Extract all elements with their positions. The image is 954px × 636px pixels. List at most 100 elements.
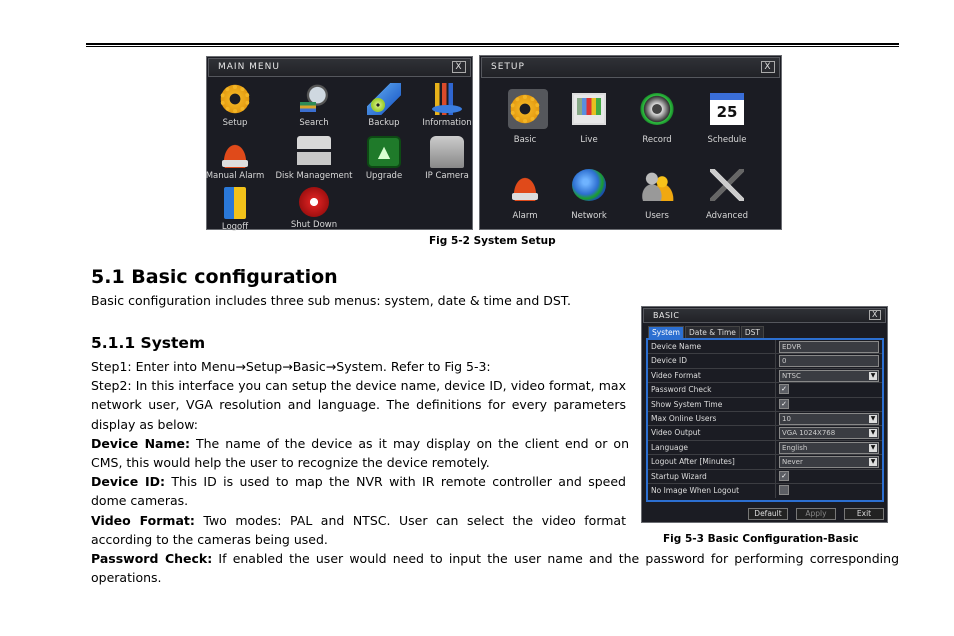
menu-item-disk-management[interactable]: Disk Management [274,136,354,181]
field-row-video-output: Video Output VGA 1024X768 ▼ [648,426,882,441]
section-intro: Basic configuration includes three sub m… [91,293,571,308]
close-icon[interactable]: X [869,310,881,320]
setup-item-label: Advanced [706,211,748,221]
select-value: 10 [782,414,791,423]
menu-item-label: Shut Down [290,220,338,230]
video-output-select[interactable]: VGA 1024X768 ▼ [779,427,879,440]
main-menu-title: MAIN MENU [218,62,280,72]
apply-button[interactable]: Apply [796,508,836,520]
close-icon[interactable]: X [452,61,466,73]
default-button[interactable]: Default [748,508,788,520]
menu-item-information[interactable]: Information [407,83,487,128]
definition-device-id: Device ID: This ID is used to map the NV… [91,472,626,511]
setup-title-bar: SETUP X [481,57,780,78]
definition-video-format: Video Format: Two modes: PAL and NTSC. U… [91,511,626,550]
show-system-time-checkbox[interactable]: ✓ [779,398,789,409]
logoff-icon [224,187,246,219]
device-name-input[interactable]: EDVR [779,341,879,353]
field-label: Logout After [Minutes] [648,455,776,469]
alarm-icon [218,136,252,168]
field-row-max-online-users: Max Online Users 10 ▼ [648,411,882,427]
field-label: Password Check [648,383,776,397]
definition-device-name: Device Name: The name of the device as i… [91,434,629,473]
upgrade-icon [367,136,401,168]
figure-caption-5-3: Fig 5-3 Basic Configuration-Basic [663,533,859,545]
setup-dialog: SETUP X Basic Live Record 25 Schedule Al… [479,55,782,230]
basic-title: BASIC [653,311,680,320]
field-label: Video Output [648,426,776,440]
menu-item-shut-down[interactable]: Shut Down [274,187,354,230]
globe-icon [572,169,606,201]
menu-item-label: Search [299,118,329,128]
power-icon [299,187,329,217]
field-label: No Image When Logout [648,483,776,499]
field-row-device-name: Device Name EDVR [648,340,882,355]
step-1: Step1: Enter into Menu→Setup→Basic→Syste… [91,359,491,374]
tools-icon [710,169,744,201]
users-icon [640,169,674,201]
menu-item-label: Manual Alarm [205,171,265,181]
definition-text: This ID is used to map the NVR with IR r… [91,474,626,509]
gear-icon [508,93,542,125]
definition-term: Device ID: [91,474,165,489]
definition-text: If enabled the user would need to input … [91,551,899,586]
ip-camera-icon [430,136,464,168]
field-label: Video Format [648,368,776,383]
menu-item-label: IP Camera [425,171,469,181]
max-online-users-select[interactable]: 10 ▼ [779,412,879,425]
field-label: Max Online Users [648,411,776,426]
step-2: Step2: In this interface you can setup t… [91,378,626,432]
menu-item-manual-alarm[interactable]: Manual Alarm [195,136,275,181]
setup-item-advanced[interactable]: Advanced [687,169,767,221]
menu-item-label: Logoff [221,222,249,232]
device-id-input[interactable]: 0 [779,355,879,368]
field-row-startup-wizard: Startup Wizard ✓ [648,469,882,484]
select-value: VGA 1024X768 [782,429,836,438]
basic-dialog: BASIC X System Date & Time DST Device Na… [641,306,888,523]
exit-button[interactable]: Exit [844,508,884,520]
information-icon [430,83,464,115]
select-value: Never [782,458,803,467]
dialog-buttons: Default Apply Exit [748,508,884,520]
header-rule [86,43,899,45]
menu-item-logoff[interactable]: Logoff [195,187,275,232]
basic-title-bar: BASIC X [643,308,886,323]
field-row-language: Language English ▼ [648,440,882,456]
select-value: NTSC [782,371,801,380]
logout-after-select[interactable]: Never ▼ [779,456,879,469]
close-icon[interactable]: X [761,61,775,73]
field-row-password-check: Password Check ✓ [648,383,882,398]
field-row-no-image-when-logout: No Image When Logout [648,483,882,499]
field-label: Startup Wizard [648,469,776,483]
field-label: Device ID [648,354,776,368]
definition-term: Password Check: [91,551,213,566]
header-rule-thin [86,46,899,47]
main-menu-title-bar: MAIN MENU X [208,58,471,77]
chevron-down-icon: ▼ [869,414,877,423]
calendar-icon: 25 [710,93,744,125]
subsection-heading: 5.1.1 System [91,334,206,352]
setup-item-record[interactable]: Record [617,93,697,145]
menu-item-setup[interactable]: Setup [195,83,275,128]
menu-item-label: Information [422,118,472,128]
field-row-logout-after: Logout After [Minutes] Never ▼ [648,455,882,470]
menu-item-label: Setup [222,118,248,128]
language-select[interactable]: English ▼ [779,441,879,454]
menu-item-ip-camera[interactable]: IP Camera [407,136,487,181]
disk-icon [297,136,331,168]
setup-item-schedule[interactable]: 25 Schedule [687,93,767,145]
field-label: Language [648,440,776,455]
setup-item-users[interactable]: Users [617,169,697,221]
gear-icon [218,83,252,115]
select-value: English [782,443,808,452]
figure-caption-5-2: Fig 5-2 System Setup [429,235,556,247]
menu-item-label: Disk Management [275,171,353,181]
password-check-checkbox[interactable]: ✓ [779,384,789,395]
startup-wizard-checkbox[interactable]: ✓ [779,470,789,481]
no-image-when-logout-checkbox[interactable] [779,484,789,495]
main-menu-dialog: MAIN MENU X Setup Search Backup Informat… [206,56,473,232]
video-format-select[interactable]: NTSC ▼ [779,369,879,382]
field-row-device-id: Device ID 0 [648,354,882,369]
menu-item-search[interactable]: Search [274,83,354,128]
backup-icon [367,83,401,115]
